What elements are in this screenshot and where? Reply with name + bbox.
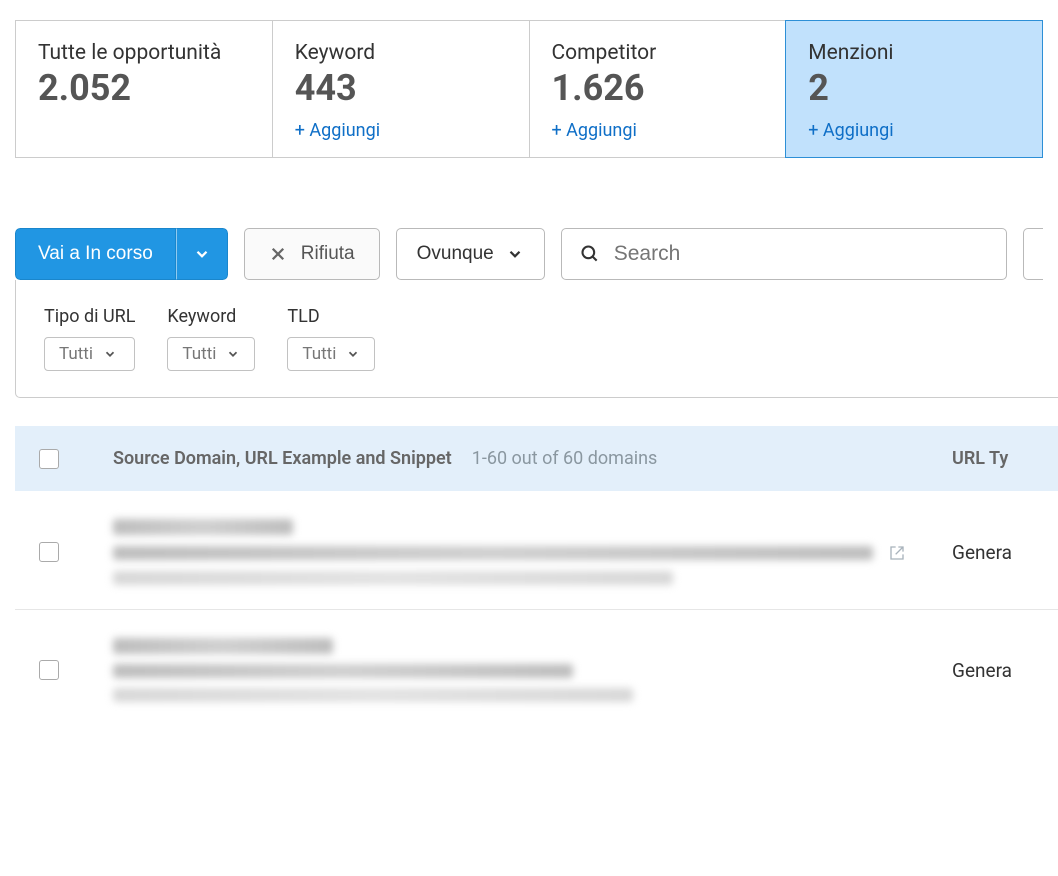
header-url-type-col: URL Ty	[942, 448, 1040, 469]
tab-label: Keyword	[295, 41, 507, 65]
redacted-snippet	[113, 571, 673, 585]
tab-mentions[interactable]: Menzioni 2 + Aggiungi	[785, 20, 1043, 158]
tld-select[interactable]: Tutti	[287, 337, 375, 371]
row-content[interactable]	[113, 519, 942, 585]
select-value: Tutti	[302, 344, 336, 364]
go-in-progress-dropdown-button[interactable]	[176, 228, 228, 280]
column-title: Source Domain, URL Example and Snippet	[113, 448, 452, 469]
tab-value: 2.052	[38, 67, 250, 110]
add-competitor-link[interactable]: + Aggiungi	[552, 120, 637, 141]
header-source-col: Source Domain, URL Example and Snippet 1…	[113, 448, 942, 469]
column-range: 1-60 out of 60 domains	[472, 448, 658, 469]
row-checkbox[interactable]	[39, 542, 59, 562]
extra-action-button[interactable]	[1023, 228, 1043, 280]
tab-value: 1.626	[552, 67, 764, 110]
tab-keyword[interactable]: Keyword 443 + Aggiungi	[273, 21, 530, 157]
filter-label: TLD	[287, 306, 375, 327]
redacted-domain	[113, 638, 333, 654]
search-field-wrapper[interactable]	[561, 228, 1007, 280]
chevron-down-icon	[506, 245, 524, 263]
row-url-type: Genera	[952, 659, 1012, 682]
tab-label: Competitor	[552, 41, 764, 65]
opportunity-tabs: Tutte le opportunità 2.052 Keyword 443 +…	[15, 20, 1043, 158]
chevron-down-icon	[226, 347, 240, 361]
row-checkbox[interactable]	[39, 660, 59, 680]
tab-competitor[interactable]: Competitor 1.626 + Aggiungi	[530, 21, 787, 157]
filter-keyword: Keyword Tutti	[167, 306, 255, 371]
tab-label: Menzioni	[808, 41, 1020, 65]
search-input[interactable]	[614, 242, 988, 266]
redacted-url	[113, 546, 873, 560]
tab-all-opportunities[interactable]: Tutte le opportunità 2.052	[16, 21, 273, 157]
search-icon	[580, 244, 600, 264]
column-title: URL Ty	[952, 448, 1008, 469]
filter-url-type: Tipo di URL Tutti	[44, 306, 135, 371]
redacted-snippet	[113, 688, 633, 702]
close-icon	[269, 245, 287, 263]
table-row: Genera	[15, 491, 1058, 610]
button-label: Vai a In corso	[38, 243, 153, 265]
filter-tld: TLD Tutti	[287, 306, 375, 371]
select-value: Tutti	[182, 344, 216, 364]
keyword-select[interactable]: Tutti	[167, 337, 255, 371]
tab-value: 443	[295, 67, 507, 110]
tab-label: Tutte le opportunità	[38, 41, 250, 65]
results-table: Source Domain, URL Example and Snippet 1…	[15, 426, 1058, 726]
select-all-checkbox[interactable]	[39, 449, 59, 469]
chevron-down-icon	[193, 245, 211, 263]
go-in-progress-button[interactable]: Vai a In corso	[15, 228, 176, 280]
add-keyword-link[interactable]: + Aggiungi	[295, 120, 380, 141]
table-header: Source Domain, URL Example and Snippet 1…	[15, 426, 1058, 491]
button-label: Ovunque	[417, 243, 494, 265]
header-check-col	[33, 449, 113, 469]
row-content[interactable]	[113, 638, 942, 702]
chevron-down-icon	[346, 347, 360, 361]
filter-label: Tipo di URL	[44, 306, 135, 327]
filters-panel: Tipo di URL Tutti Keyword Tutti TLD Tutt…	[15, 280, 1058, 398]
location-filter-button[interactable]: Ovunque	[396, 228, 545, 280]
add-mentions-link[interactable]: + Aggiungi	[808, 120, 893, 141]
filter-label: Keyword	[167, 306, 255, 327]
button-label: Rifiuta	[301, 243, 355, 265]
chevron-down-icon	[103, 347, 117, 361]
tab-value: 2	[808, 67, 1020, 110]
action-toolbar: Vai a In corso Rifiuta Ovunque	[15, 228, 1043, 280]
go-in-progress-split: Vai a In corso	[15, 228, 228, 280]
external-link-icon[interactable]	[889, 545, 905, 561]
redacted-url	[113, 664, 573, 678]
reject-button[interactable]: Rifiuta	[244, 228, 380, 280]
url-type-select[interactable]: Tutti	[44, 337, 135, 371]
table-row: Genera	[15, 610, 1058, 726]
select-value: Tutti	[59, 344, 93, 364]
row-url-type: Genera	[952, 541, 1012, 564]
redacted-domain	[113, 519, 293, 535]
